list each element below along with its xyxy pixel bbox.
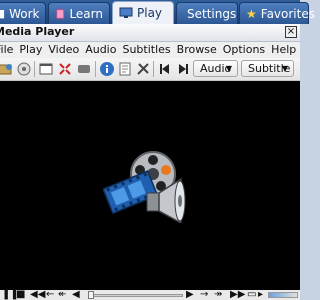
- compact-mode-icon[interactable]: [57, 61, 73, 77]
- tab-play[interactable]: Play: [112, 1, 174, 24]
- info-icon[interactable]: [99, 61, 115, 77]
- back-arrow-icon: ←: [46, 289, 55, 300]
- forward-icon: ▶: [186, 289, 194, 300]
- next-icon[interactable]: [175, 61, 191, 77]
- monitor-icon: ▭: [247, 289, 257, 300]
- fullscreen-icon[interactable]: [76, 61, 92, 77]
- tab-learn[interactable]: Learn: [48, 2, 110, 24]
- forward-fast-button[interactable]: ↠: [214, 290, 222, 300]
- close-icon: ×: [286, 26, 296, 37]
- subtitle-track-selector[interactable]: Subtitle ▼: [241, 60, 294, 77]
- chevron-down-icon: ▼: [225, 64, 232, 73]
- notes-icon[interactable]: [117, 61, 133, 77]
- fast-forward-icon: ▶▶: [230, 289, 246, 300]
- menu-file[interactable]: File: [0, 42, 16, 57]
- top-tab-bar: ▮ Work Learn Play Settings ★ Favorites: [0, 0, 315, 24]
- skip-back-button[interactable]: ◀: [72, 290, 80, 300]
- skip-back-icon: ◀: [72, 289, 80, 300]
- toolbar-separator: [34, 61, 35, 77]
- seek-handle[interactable]: [88, 291, 94, 299]
- rewind-icon: ◀◀: [30, 289, 46, 300]
- tab-favorites[interactable]: ★ Favorites: [239, 2, 315, 24]
- close-button[interactable]: ×: [285, 26, 297, 38]
- folder-icon: ▮: [0, 7, 6, 20]
- toolbar-separator: [95, 61, 96, 77]
- seek-bar[interactable]: [91, 294, 183, 297]
- tab-work[interactable]: ▮ Work: [0, 2, 46, 24]
- fullscreen-toggle[interactable]: ▭: [247, 290, 256, 300]
- window-title: Media Player: [0, 25, 75, 38]
- forward-button[interactable]: ▶: [186, 290, 194, 300]
- media-player-logo: [103, 151, 186, 223]
- speaker-icon: ▸: [258, 289, 264, 300]
- toolbar: Audio ▼ Subtitle ▼: [0, 58, 300, 81]
- media-player-window: Media Player × File Play Video Audio Sub…: [0, 24, 300, 300]
- playback-controls: ❚❚ ■ ◀◀ ← ↞ ◀ ▶ → ↠ ▶▶ ▭ ▸: [0, 290, 300, 300]
- window-mode-icon[interactable]: [38, 61, 54, 77]
- stop-button[interactable]: ■: [16, 290, 25, 300]
- menu-play[interactable]: Play: [16, 42, 45, 57]
- video-area[interactable]: [0, 81, 300, 290]
- book-icon: [56, 8, 65, 19]
- tab-settings[interactable]: Settings: [176, 2, 238, 24]
- previous-icon[interactable]: [157, 61, 173, 77]
- toolbar-separator: [153, 61, 154, 77]
- menu-browse[interactable]: Browse: [174, 42, 220, 57]
- menu-bar: File Play Video Audio Subtitles Browse O…: [0, 42, 300, 57]
- menu-help[interactable]: Help: [268, 42, 299, 57]
- double-left-icon: ↞: [58, 289, 67, 300]
- stop-icon: ■: [16, 289, 26, 300]
- menu-video[interactable]: Video: [45, 42, 82, 57]
- tab-work-label: Work: [9, 6, 40, 21]
- forward-arrow-icon: →: [200, 289, 209, 300]
- fast-forward-button[interactable]: ▶▶: [230, 290, 245, 300]
- menu-audio[interactable]: Audio: [82, 42, 119, 57]
- back-fast-button[interactable]: ↞: [58, 290, 66, 300]
- playlist-icon[interactable]: [16, 61, 32, 77]
- volume-slider[interactable]: [268, 292, 298, 298]
- tab-favorites-label: Favorites: [260, 6, 315, 21]
- preferences-icon[interactable]: [135, 61, 151, 77]
- tab-settings-label: Settings: [187, 6, 237, 21]
- mute-button[interactable]: ▸: [258, 290, 263, 300]
- forward-arrow-button[interactable]: →: [200, 290, 208, 300]
- open-file-icon[interactable]: [0, 61, 14, 77]
- star-icon: ★: [246, 6, 257, 21]
- audio-track-selector[interactable]: Audio ▼: [193, 60, 238, 77]
- back-button[interactable]: ←: [46, 290, 54, 300]
- title-bar[interactable]: Media Player ×: [0, 24, 300, 42]
- tab-learn-label: Learn: [69, 6, 103, 21]
- menu-options[interactable]: Options: [220, 42, 268, 57]
- rewind-button[interactable]: ◀◀: [30, 290, 45, 300]
- chevron-down-icon: ▼: [281, 64, 288, 73]
- menu-subtitles[interactable]: Subtitles: [119, 42, 173, 57]
- tab-play-label: Play: [137, 6, 163, 20]
- monitor-icon: [119, 7, 133, 18]
- double-right-icon: ↠: [214, 289, 223, 300]
